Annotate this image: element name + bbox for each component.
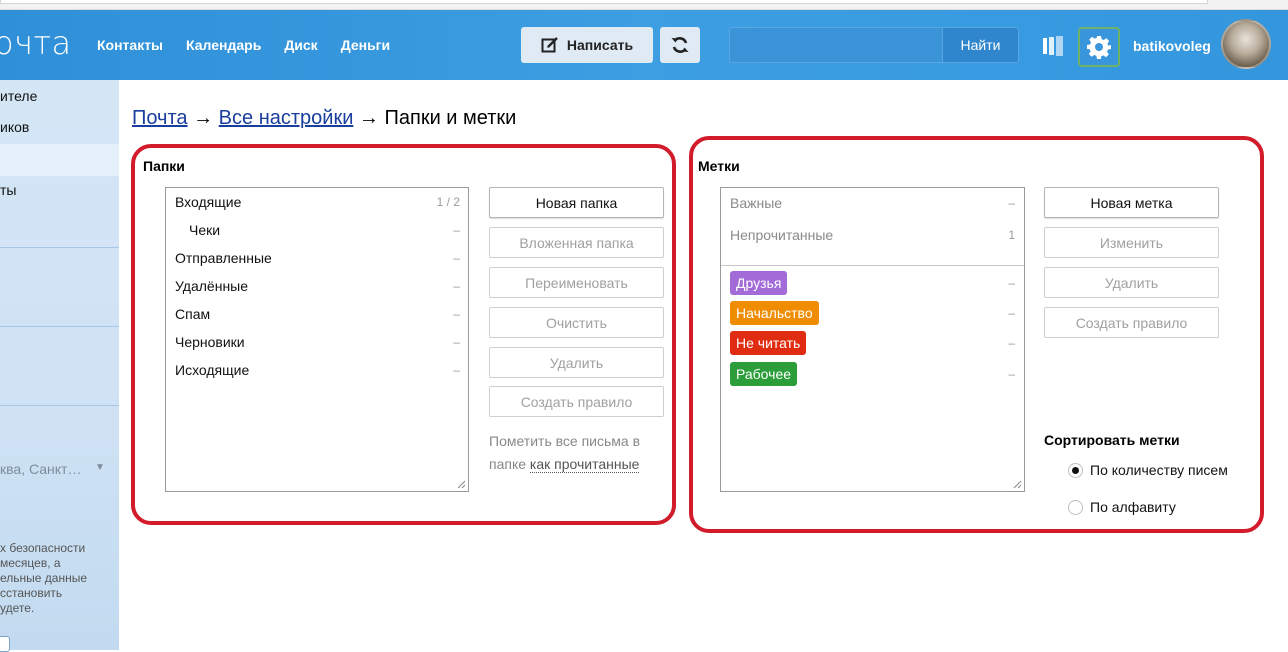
folder-item-receipts[interactable]: Чеки [189, 222, 220, 238]
breadcrumb-arrow: → [187, 107, 219, 129]
folder-count: – [453, 251, 460, 265]
folder-count: – [453, 223, 460, 237]
nav-money[interactable]: Деньги [341, 37, 390, 53]
nav-disk[interactable]: Диск [284, 37, 317, 53]
nested-folder-button[interactable]: Вложенная папка [489, 227, 664, 258]
sidebar: ителе иков ты ква, Санкт… ▼ х безопаснос… [0, 80, 119, 652]
label-tag-friends[interactable]: Друзья [730, 271, 788, 295]
refresh-icon [671, 37, 689, 53]
new-label-button[interactable]: Новая метка [1044, 187, 1219, 218]
hint-text: папке [489, 456, 530, 472]
mark-read-hint: Пометить все письма в папке как прочитан… [489, 430, 640, 476]
nav-calendar[interactable]: Календарь [186, 37, 261, 53]
top-nav: Контакты Календарь Диск Деньги [97, 37, 413, 53]
folder-item-spam[interactable]: Спам [175, 306, 210, 322]
labels-title: Метки [698, 158, 740, 174]
label-count: – [1008, 196, 1015, 210]
pencil-icon [541, 37, 558, 53]
sidebar-divider [0, 405, 119, 406]
folder-item-outbox[interactable]: Исходящие [175, 362, 249, 378]
breadcrumb: Почта → Все настройки → Папки и метки [132, 107, 516, 130]
new-folder-button[interactable]: Новая папка [489, 187, 664, 218]
header: очта Контакты Календарь Диск Деньги Напи… [0, 10, 1288, 80]
create-label-rule-button[interactable]: Создать правило [1044, 307, 1219, 338]
security-text: удете. [0, 601, 35, 615]
folder-count: 1 / 2 [436, 195, 460, 209]
label-count: – [1008, 306, 1015, 320]
breadcrumb-settings-link[interactable]: Все настройки [219, 107, 354, 129]
delete-label-button[interactable]: Удалить [1044, 267, 1219, 298]
clear-folder-button[interactable]: Очистить [489, 307, 664, 338]
hint-line: Пометить все письма в [489, 433, 641, 449]
label-count: – [1008, 276, 1015, 290]
folder-count: – [453, 307, 460, 321]
folder-item-inbox[interactable]: Входящие [175, 194, 241, 210]
folders-title: Папки [143, 158, 185, 174]
sidebar-divider [0, 326, 119, 327]
folder-item-deleted[interactable]: Удалённые [175, 278, 248, 294]
refresh-button[interactable] [660, 27, 700, 63]
avatar[interactable] [1221, 19, 1271, 69]
sidebar-item-1[interactable]: ителе [0, 88, 37, 104]
sort-by-count-radio[interactable] [1068, 463, 1083, 478]
mark-read-link[interactable]: как прочитанные [529, 456, 640, 473]
label-tag-boss[interactable]: Начальство [730, 301, 819, 325]
folder-count: – [453, 335, 460, 349]
username[interactable]: batikovoleg [1133, 38, 1211, 54]
security-text: х безопасности [0, 541, 86, 555]
label-list-divider [721, 265, 1024, 266]
sort-by-count-label[interactable]: По количеству писем [1090, 462, 1228, 478]
chevron-down-icon[interactable]: ▼ [95, 462, 105, 473]
address-bar[interactable] [0, 0, 1208, 4]
delete-folder-button[interactable]: Удалить [489, 347, 664, 378]
sidebar-item-selected[interactable] [0, 144, 119, 176]
create-rule-button[interactable]: Создать правило [489, 386, 664, 417]
label-tag-dont-read[interactable]: Не читать [730, 331, 807, 355]
security-text: сстановить [0, 586, 63, 600]
rename-folder-button[interactable]: Переименовать [489, 267, 664, 298]
label-count: 1 [1008, 228, 1015, 242]
settings-button[interactable] [1078, 27, 1120, 67]
label-count: – [1008, 336, 1015, 350]
sidebar-item-2[interactable]: иков [0, 119, 29, 135]
sidebar-divider [0, 247, 119, 248]
sort-alphabet-label[interactable]: По алфавиту [1090, 499, 1176, 515]
edit-label-button[interactable]: Изменить [1044, 227, 1219, 258]
label-count: – [1008, 367, 1015, 381]
logo[interactable]: очта [0, 24, 72, 62]
gear-icon [1087, 36, 1111, 59]
sort-alphabet-radio[interactable] [1068, 500, 1083, 515]
find-button[interactable]: Найти [942, 27, 1019, 63]
folder-item-sent[interactable]: Отправленные [175, 250, 272, 266]
breadcrumb-arrow: → [353, 107, 385, 129]
folder-item-drafts[interactable]: Черновики [175, 334, 245, 350]
themes-icon[interactable] [1042, 36, 1064, 56]
hint-line: папке как прочитанные [489, 453, 640, 476]
sidebar-item-3[interactable]: ты [0, 182, 16, 198]
page-title: Папки и метки [384, 107, 517, 129]
compose-button[interactable]: Написать [521, 27, 653, 63]
label-tag-work[interactable]: Рабочее [730, 362, 798, 386]
compose-label: Написать [566, 37, 634, 53]
label-item-unread[interactable]: Непрочитанные [730, 227, 833, 243]
location-select[interactable]: ква, Санкт… [0, 461, 81, 477]
security-text: месяцев, а [0, 556, 61, 570]
search-input[interactable] [729, 27, 942, 63]
resize-grip-icon[interactable] [456, 479, 466, 489]
resize-grip-icon[interactable] [1012, 479, 1022, 489]
nav-contacts[interactable]: Контакты [97, 37, 163, 53]
breadcrumb-mail-link[interactable]: Почта [132, 107, 188, 129]
folder-count: – [453, 279, 460, 293]
label-item-important[interactable]: Важные [730, 195, 782, 211]
security-text: ельные данные [0, 571, 88, 585]
folder-count: – [453, 363, 460, 377]
browser-strip [0, 0, 1288, 10]
sort-labels-title: Сортировать метки [1044, 432, 1180, 448]
